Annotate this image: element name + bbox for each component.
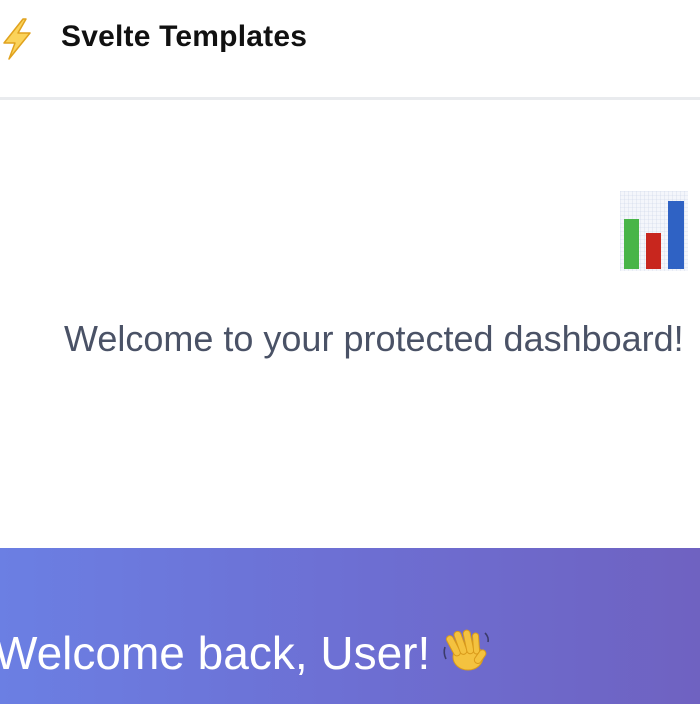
page: Svelte Templates Welcome to your protect…: [0, 0, 700, 704]
app-header: Svelte Templates: [0, 0, 700, 100]
dashboard-welcome-message: Welcome to your protected dashboard!: [64, 318, 684, 359]
lightning-bolt-icon[interactable]: [0, 17, 36, 61]
waving-hand-icon: [443, 629, 489, 671]
dashboard-card: Welcome to your protected dashboard!: [0, 103, 700, 548]
welcome-banner: Welcome back, User!: [0, 548, 700, 704]
brand-title[interactable]: Svelte Templates: [61, 20, 307, 54]
bar-chart-icon: [620, 191, 688, 271]
banner-welcome-message: Welcome back, User!: [0, 627, 431, 679]
